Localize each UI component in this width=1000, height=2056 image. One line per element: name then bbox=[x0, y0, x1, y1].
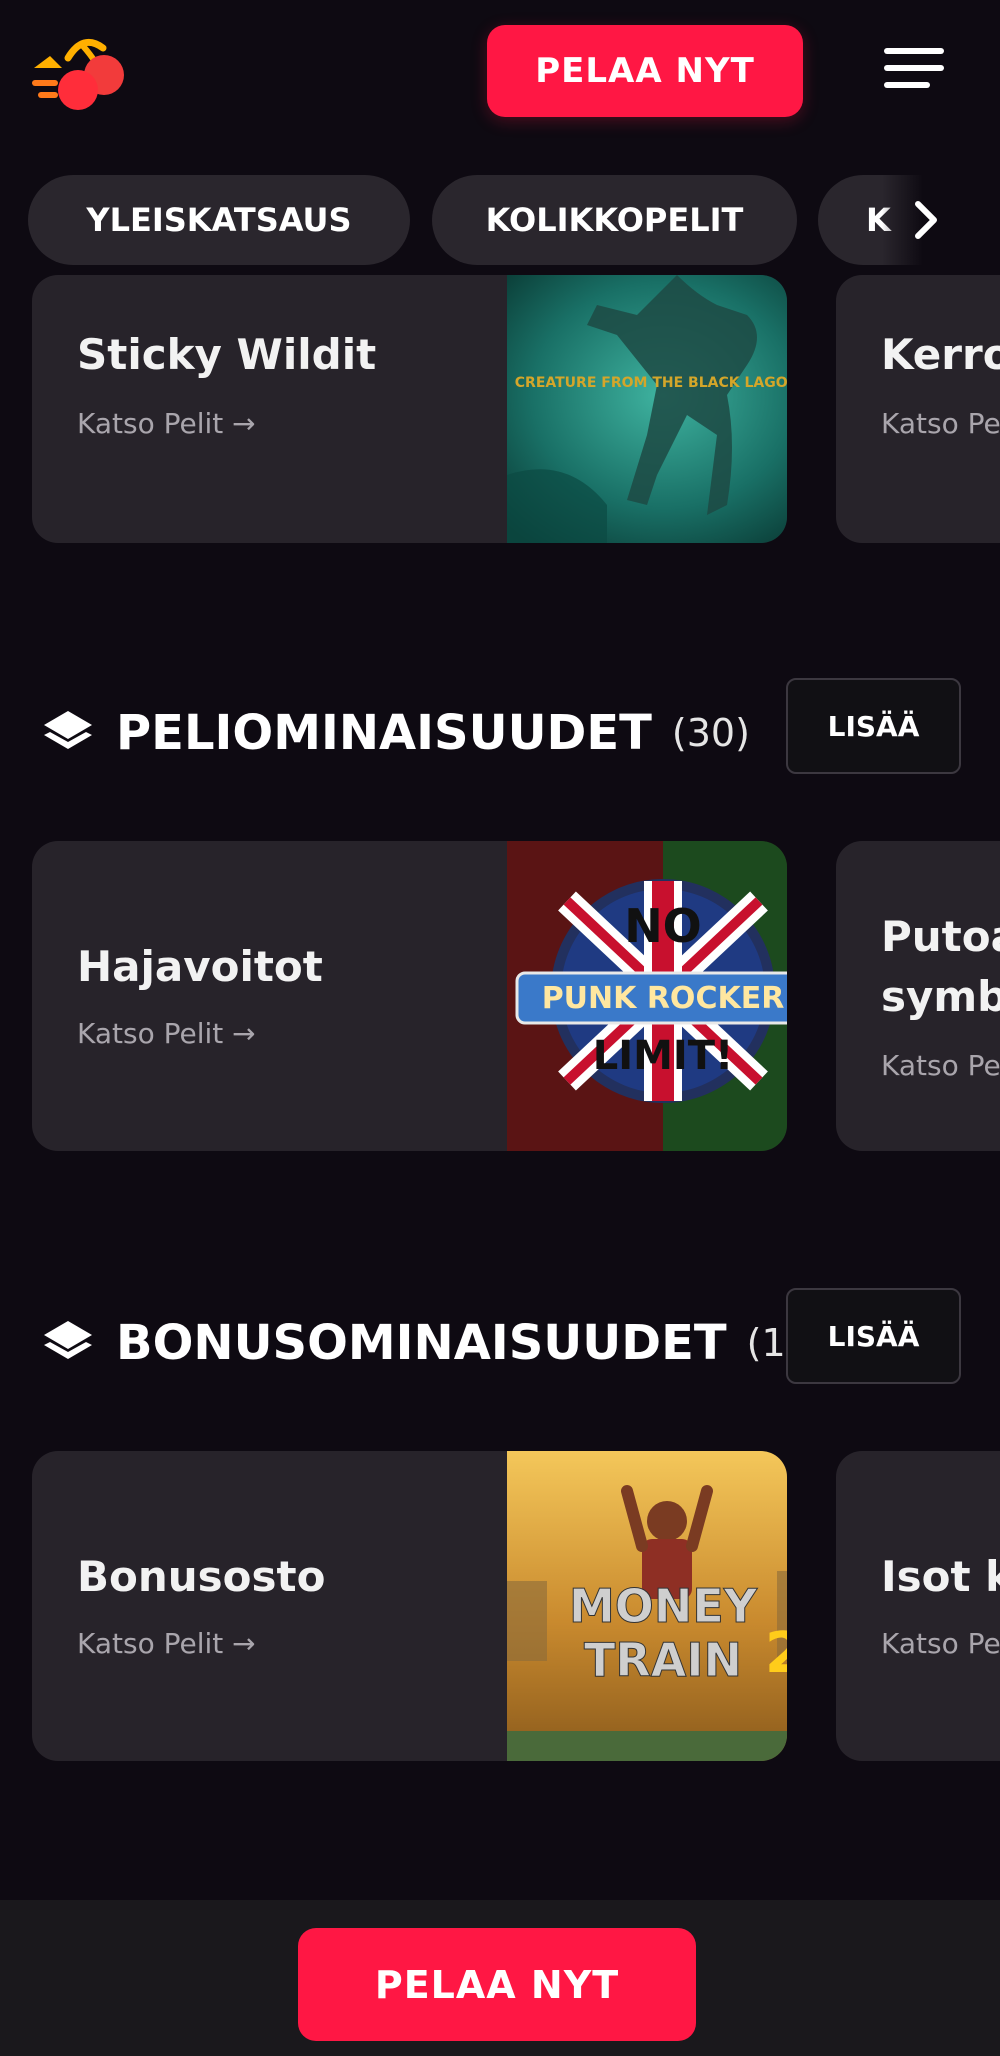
card-title: Isot k bbox=[881, 1552, 1000, 1601]
card-link[interactable]: Katso Pe bbox=[881, 1627, 1000, 1660]
game-thumbnail[interactable]: MONEY TRAIN 2 bbox=[507, 1451, 787, 1761]
card-title: Bonusosto bbox=[77, 1552, 326, 1601]
section-heading-features: PELIOMINAISUUDET (30) bbox=[40, 698, 750, 768]
section-heading-bonus: BONUSOMINAISUUDET (11) bbox=[40, 1308, 825, 1378]
card-title: Hajavoitot bbox=[77, 942, 323, 991]
game-thumbnail-title: CREATURE FROM THE BLACK LAGOON bbox=[514, 375, 787, 391]
section-count: (30) bbox=[671, 711, 750, 755]
layers-icon bbox=[44, 1321, 92, 1359]
category-card-partial[interactable]: Kerro Katso Pe bbox=[836, 275, 1000, 543]
game-thumbnail[interactable]: CREATURE FROM THE BLACK LAGOON bbox=[507, 275, 787, 543]
game-thumbnail-title: PUNK ROCKER bbox=[541, 981, 785, 1016]
cherry-logo-icon[interactable] bbox=[28, 28, 128, 118]
category-card-partial[interactable]: Putoa symb Katso Pe bbox=[836, 841, 1000, 1151]
layers-icon bbox=[44, 711, 92, 749]
tab-overview[interactable]: YLEISKATSAUS bbox=[28, 175, 410, 265]
category-card[interactable]: Bonusosto Katso Pelit → MONEY TRAIN 2 bbox=[32, 1451, 787, 1761]
play-now-button-bottom[interactable]: PELAA NYT bbox=[298, 1928, 696, 2041]
header: PELAA NYT bbox=[0, 0, 1000, 150]
game-thumbnail-title-top: NO bbox=[624, 899, 702, 953]
game-thumbnail-number: 2 bbox=[765, 1621, 787, 1686]
card-link[interactable]: Katso Pe bbox=[881, 1049, 1000, 1082]
card-link[interactable]: Katso Pe bbox=[881, 407, 1000, 440]
game-thumbnail[interactable]: NO PUNK ROCKER LIMIT! bbox=[507, 841, 787, 1151]
card-link[interactable]: Katso Pelit → bbox=[77, 407, 256, 440]
card-title: Putoa bbox=[881, 912, 1000, 961]
card-link[interactable]: Katso Pelit → bbox=[77, 1017, 256, 1050]
category-card-partial[interactable]: Isot k Katso Pe bbox=[836, 1451, 1000, 1761]
game-thumbnail-title-bottom: LIMIT! bbox=[592, 1033, 734, 1079]
more-button[interactable]: LISÄÄ bbox=[786, 678, 961, 774]
game-thumbnail-title-top: MONEY bbox=[568, 1579, 758, 1634]
tabs-next-button[interactable] bbox=[882, 172, 1000, 268]
card-title: Kerro bbox=[881, 330, 1000, 379]
category-tabs: YLEISKATSAUS KOLIKKOPELIT K bbox=[0, 172, 1000, 268]
bottom-bar: PELAA NYT bbox=[0, 1900, 1000, 2056]
card-title-line2: symb bbox=[881, 972, 1000, 1021]
section-title: BONUSOMINAISUUDET bbox=[116, 1315, 727, 1371]
section-title: PELIOMINAISUUDET bbox=[116, 705, 652, 761]
tab-slots[interactable]: KOLIKKOPELIT bbox=[432, 175, 797, 265]
chevron-right-icon bbox=[915, 201, 937, 239]
card-link[interactable]: Katso Pelit → bbox=[77, 1627, 256, 1660]
category-card[interactable]: Hajavoitot Katso Pelit → NO PUNK ROCKER … bbox=[32, 841, 787, 1151]
hamburger-menu-icon[interactable] bbox=[884, 44, 946, 94]
card-title: Sticky Wildit bbox=[77, 330, 377, 379]
game-thumbnail-title-bottom: TRAIN bbox=[583, 1633, 742, 1688]
category-card[interactable]: Sticky Wildit Katso Pelit → CREATURE FRO… bbox=[32, 275, 787, 543]
more-button[interactable]: LISÄÄ bbox=[786, 1288, 961, 1384]
play-now-button[interactable]: PELAA NYT bbox=[487, 25, 803, 117]
